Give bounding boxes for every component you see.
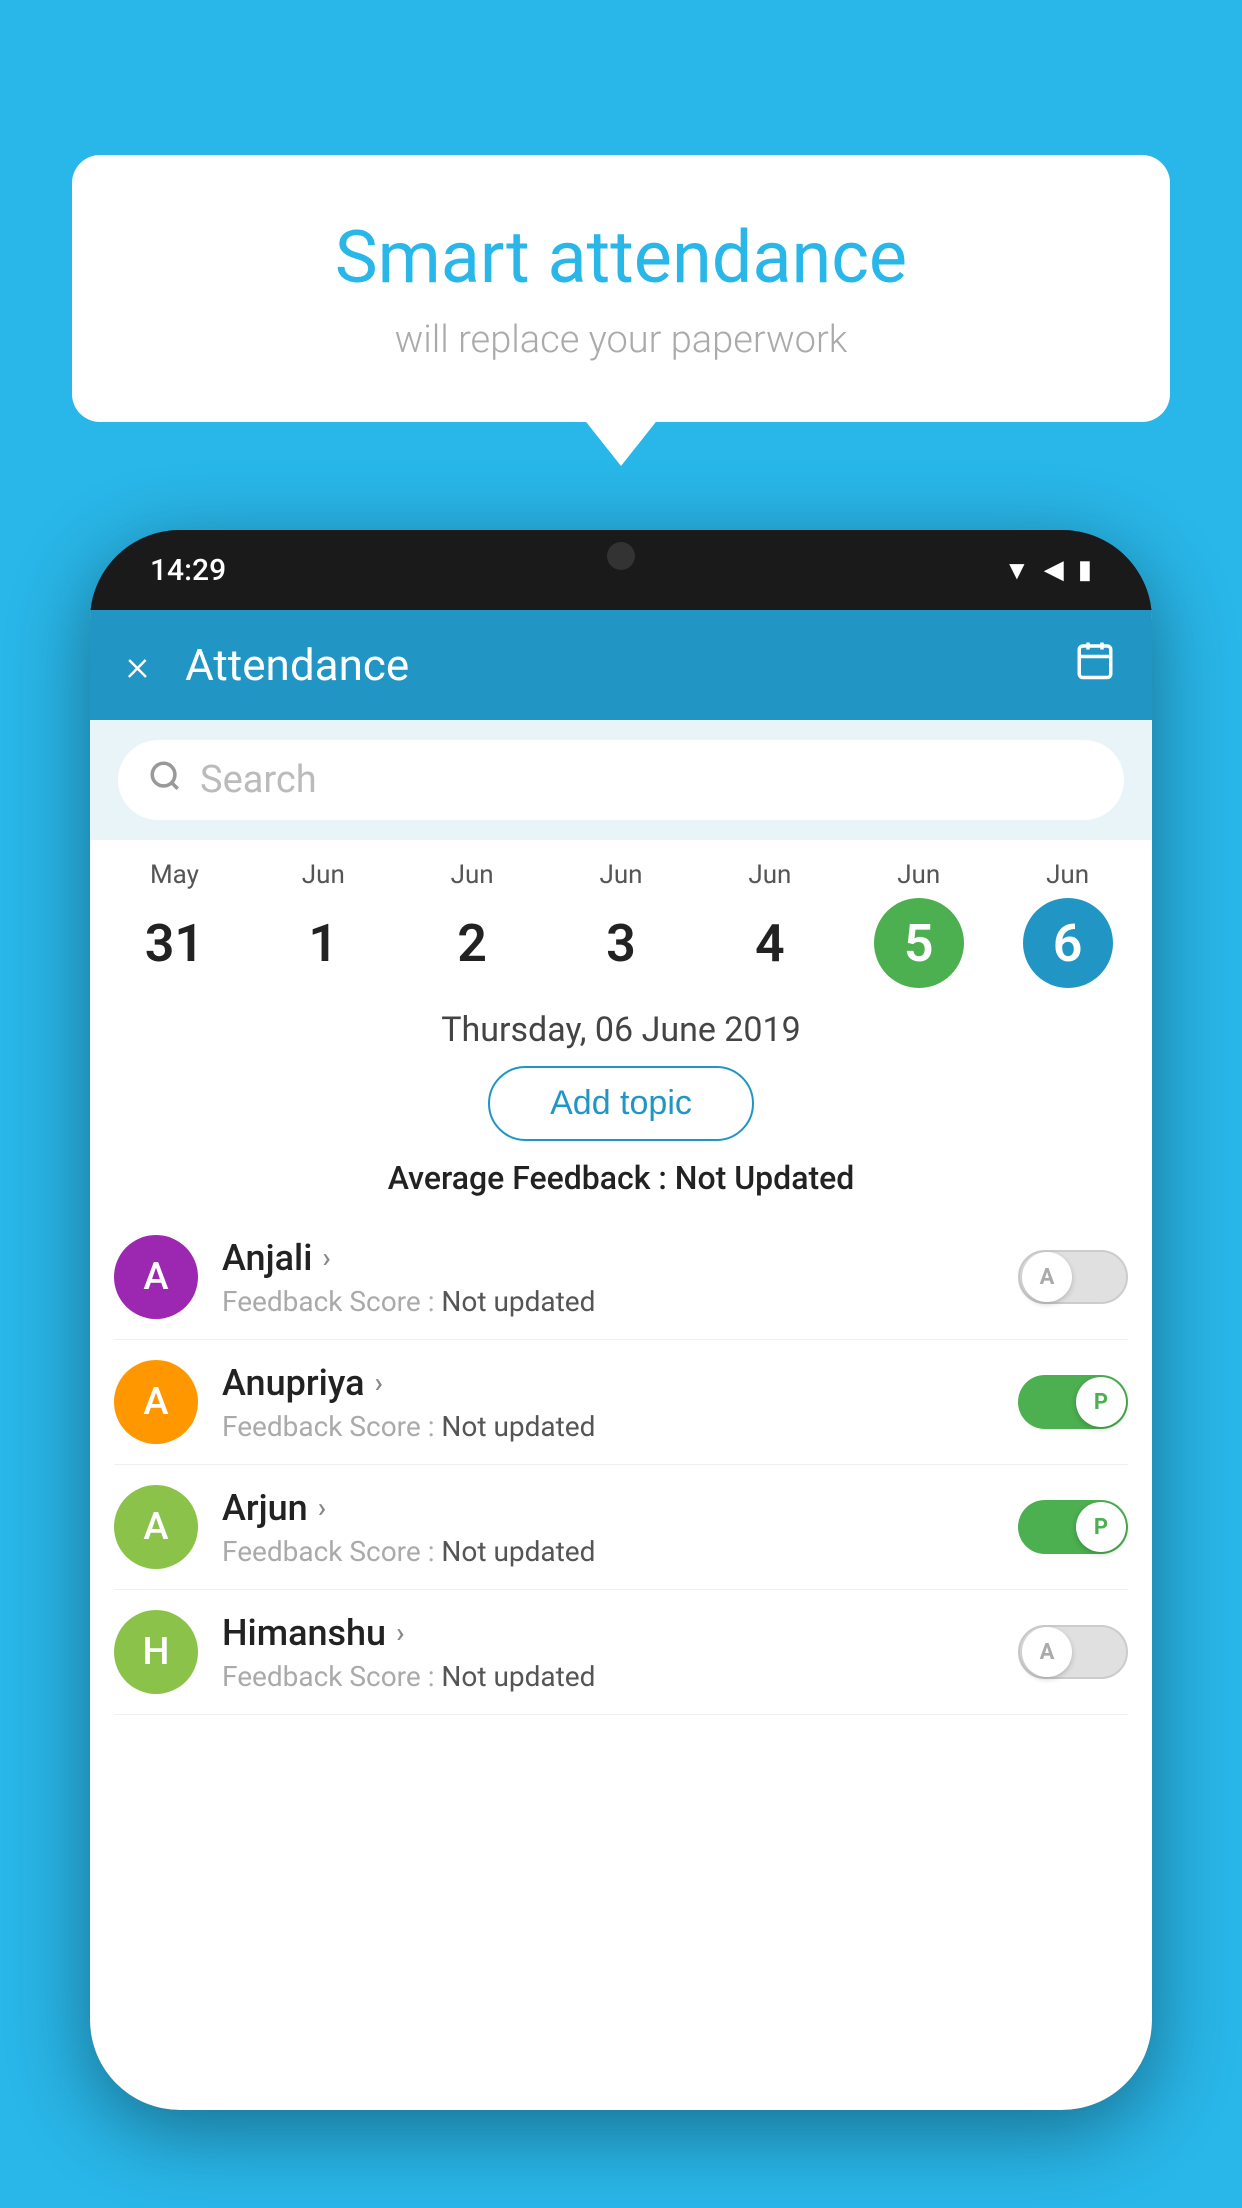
search-icon (148, 759, 182, 802)
speech-bubble-container: Smart attendance will replace your paper… (72, 155, 1170, 422)
attendance-toggle[interactable]: A (1018, 1250, 1128, 1304)
cal-month-label: Jun (695, 860, 844, 898)
student-item[interactable]: A Anupriya › Feedback Score : Not updated P (114, 1340, 1128, 1465)
signal-icon: ◀ (1044, 555, 1064, 585)
selected-date: Thursday, 06 June 2019 (90, 1010, 1152, 1050)
cal-day[interactable]: Jun5 (844, 860, 993, 988)
attendance-toggle[interactable]: P (1018, 1375, 1128, 1429)
toggle-knob: P (1076, 1377, 1126, 1427)
toggle-container[interactable]: P (1018, 1375, 1128, 1429)
cal-month-label: Jun (249, 860, 398, 898)
feedback-score: Feedback Score : Not updated (222, 1660, 1018, 1693)
search-container: Search (90, 720, 1152, 840)
cal-day[interactable]: Jun6 (993, 860, 1142, 988)
avatar: A (114, 1235, 198, 1319)
cal-day[interactable]: Jun4 (695, 860, 844, 988)
cal-month-label: Jun (993, 860, 1142, 898)
phone-screen: × Attendance Search (90, 610, 1152, 2110)
toggle-container[interactable]: A (1018, 1625, 1128, 1679)
student-name: Anjali › (222, 1237, 1018, 1279)
cal-month-label: Jun (398, 860, 547, 898)
toggle-container[interactable]: P (1018, 1500, 1128, 1554)
battery-icon: ▮ (1078, 555, 1092, 585)
app-bar: × Attendance (90, 610, 1152, 720)
add-topic-button[interactable]: Add topic (488, 1066, 754, 1141)
search-bar[interactable]: Search (118, 740, 1124, 820)
cal-day[interactable]: Jun3 (547, 860, 696, 988)
toggle-knob: P (1076, 1502, 1126, 1552)
cal-day[interactable]: May31 (100, 860, 249, 988)
student-info: Anupriya › Feedback Score : Not updated (222, 1362, 1018, 1443)
student-info: Arjun › Feedback Score : Not updated (222, 1487, 1018, 1568)
cal-date-number: 4 (725, 898, 815, 988)
student-item[interactable]: H Himanshu › Feedback Score : Not updatedA (114, 1590, 1128, 1715)
bubble-title: Smart attendance (132, 215, 1110, 300)
cal-date-number: 1 (278, 898, 368, 988)
cal-date-number: 31 (129, 898, 219, 988)
cal-date-number: 6 (1023, 898, 1113, 988)
cal-day[interactable]: Jun2 (398, 860, 547, 988)
status-time: 14:29 (150, 553, 226, 588)
status-icons: ▼ ◀ ▮ (1004, 555, 1092, 586)
chevron-icon: › (322, 1241, 330, 1274)
app-bar-title: Attendance (185, 639, 1074, 691)
attendance-toggle[interactable]: A (1018, 1625, 1128, 1679)
student-name: Arjun › (222, 1487, 1018, 1529)
toggle-knob: A (1022, 1252, 1072, 1302)
student-item[interactable]: AAnjali ›Feedback Score : Not updatedA (114, 1215, 1128, 1340)
close-button[interactable]: × (126, 639, 149, 691)
search-placeholder: Search (200, 758, 317, 802)
toggle-container[interactable]: A (1018, 1250, 1128, 1304)
feedback-score: Feedback Score : Not updated (222, 1410, 1018, 1443)
student-info: Anjali › Feedback Score : Not updated (222, 1237, 1018, 1318)
avg-feedback: Average Feedback : Not Updated (90, 1159, 1152, 1197)
speech-bubble: Smart attendance will replace your paper… (72, 155, 1170, 422)
bubble-subtitle: will replace your paperwork (132, 318, 1110, 362)
cal-month-label: Jun (547, 860, 696, 898)
calendar-row: May31Jun1Jun2Jun3Jun4Jun5Jun6 (90, 840, 1152, 988)
student-name: Anupriya › (222, 1362, 1018, 1404)
feedback-score: Feedback Score : Not updated (222, 1285, 1018, 1318)
calendar-icon[interactable] (1074, 639, 1116, 691)
avatar: A (114, 1360, 198, 1444)
chevron-icon: › (396, 1616, 404, 1649)
avatar: H (114, 1610, 198, 1694)
cal-date-number: 3 (576, 898, 666, 988)
cal-date-number: 2 (427, 898, 517, 988)
chevron-icon: › (318, 1491, 326, 1524)
avatar: A (114, 1485, 198, 1569)
chevron-icon: › (375, 1366, 383, 1399)
phone-mockup: 14:29 ▼ ◀ ▮ × Attendance (90, 530, 1152, 2110)
feedback-score: Feedback Score : Not updated (222, 1535, 1018, 1568)
cal-month-label: May (100, 860, 249, 898)
attendance-toggle[interactable]: P (1018, 1500, 1128, 1554)
toggle-knob: A (1022, 1627, 1072, 1677)
student-name: Himanshu › (222, 1612, 1018, 1654)
cal-month-label: Jun (844, 860, 993, 898)
phone-notch (561, 530, 681, 574)
status-bar: 14:29 ▼ ◀ ▮ (90, 530, 1152, 610)
student-info: Himanshu › Feedback Score : Not updated (222, 1612, 1018, 1693)
camera-dot (607, 542, 635, 570)
wifi-icon: ▼ (1004, 555, 1030, 586)
cal-date-number: 5 (874, 898, 964, 988)
student-list: AAnjali ›Feedback Score : Not updatedAAA… (90, 1215, 1152, 1715)
cal-day[interactable]: Jun1 (249, 860, 398, 988)
student-item[interactable]: A Arjun › Feedback Score : Not updated P (114, 1465, 1128, 1590)
